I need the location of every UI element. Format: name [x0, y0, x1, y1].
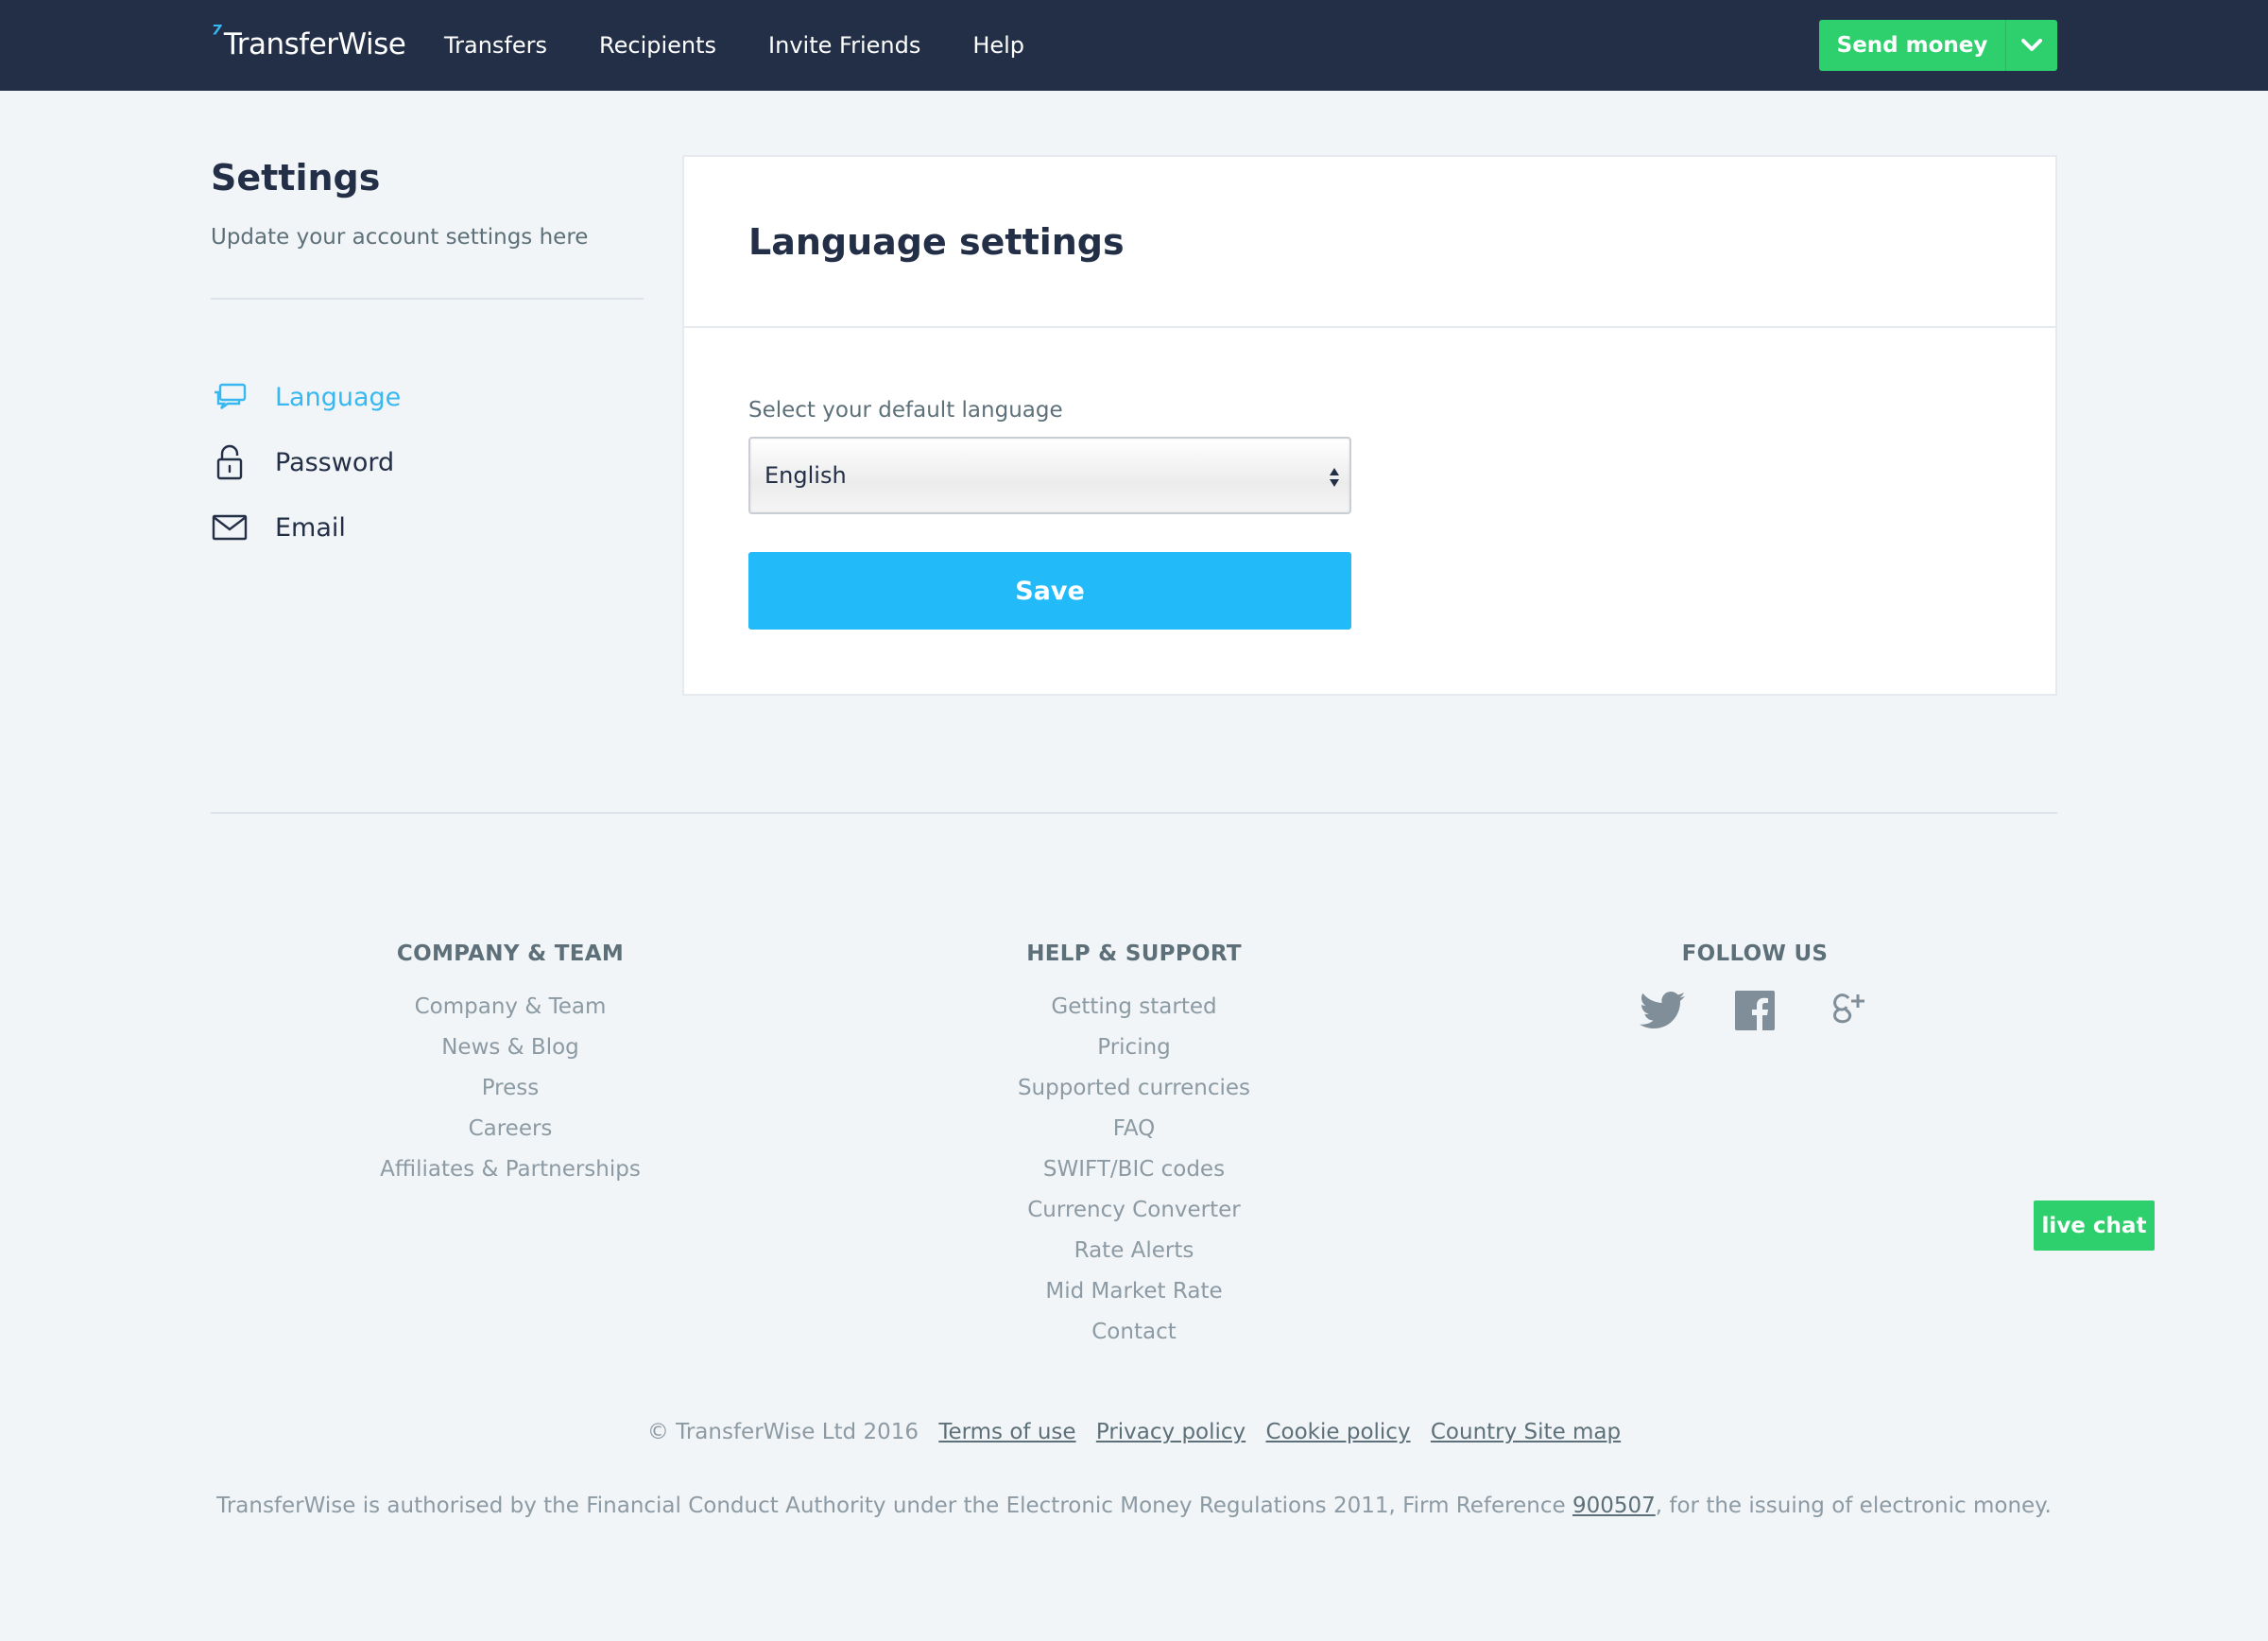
footer-follow-column: FOLLOW US [1566, 941, 1944, 1034]
nav-recipients[interactable]: Recipients [599, 26, 716, 64]
footer-link[interactable]: SWIFT/BIC codes [945, 1149, 1323, 1190]
footer-link[interactable]: News & Blog [321, 1028, 699, 1068]
firm-reference-link[interactable]: 900507 [1572, 1494, 1656, 1518]
fca-authorisation-text: TransferWise is authorised by the Financ… [0, 1494, 2268, 1518]
logo-text: TransferWise [223, 27, 406, 61]
twitter-icon[interactable] [1639, 987, 1686, 1034]
auth-text-pre: TransferWise is authorised by the Financ… [216, 1494, 1572, 1518]
footer-divider [211, 812, 2057, 814]
language-select-value: English [765, 462, 847, 489]
sidebar-divider [211, 298, 644, 300]
settings-title: Settings [211, 157, 381, 199]
auth-text-post: , for the issuing of electronic money. [1655, 1494, 2052, 1518]
settings-subtitle: Update your account settings here [211, 225, 589, 250]
sidebar-item-language[interactable]: Language [211, 371, 401, 423]
language-settings-card: Language settings Select your default la… [682, 155, 2057, 696]
nav-help[interactable]: Help [972, 26, 1024, 64]
chat-bubbles-icon [211, 378, 249, 416]
footer-link[interactable]: Company & Team [321, 987, 699, 1028]
envelope-icon [211, 509, 249, 546]
cookie-link[interactable]: Cookie policy [1265, 1420, 1410, 1444]
send-money-button[interactable]: Send money [1819, 20, 2057, 71]
footer-link[interactable]: Contact [945, 1312, 1323, 1353]
copyright-text: © TransferWise Ltd 2016 [646, 1420, 919, 1444]
card-title: Language settings [748, 221, 1125, 263]
footer-link[interactable]: Careers [321, 1109, 699, 1149]
footer-copyright-line: © TransferWise Ltd 2016 Terms of use Pri… [0, 1420, 2268, 1444]
language-field-label: Select your default language [748, 398, 1063, 423]
footer-heading-follow: FOLLOW US [1681, 941, 1829, 966]
top-nav-bar: ⁷ TransferWise Transfers Recipients Invi… [0, 0, 2268, 91]
facebook-icon[interactable] [1731, 987, 1778, 1034]
nav-invite-friends[interactable]: Invite Friends [768, 26, 920, 64]
footer-link[interactable]: Getting started [945, 987, 1323, 1028]
send-money-label[interactable]: Send money [1819, 20, 2006, 71]
select-arrows-icon [1329, 467, 1340, 493]
social-links [1566, 987, 1944, 1034]
sidebar-item-label: Email [275, 512, 346, 543]
sidebar-item-label: Language [275, 382, 402, 412]
footer-link[interactable]: Supported currencies [945, 1068, 1323, 1109]
footer-help-column: HELP & SUPPORT Getting started Pricing S… [945, 941, 1323, 1353]
footer-link[interactable]: FAQ [945, 1109, 1323, 1149]
save-button[interactable]: Save [748, 552, 1351, 630]
footer-link[interactable]: Affiliates & Partnerships [321, 1149, 699, 1190]
main-nav: Transfers Recipients Invite Friends Help [444, 26, 1024, 64]
footer-link[interactable]: Rate Alerts [945, 1231, 1323, 1271]
footer-link[interactable]: Currency Converter [945, 1190, 1323, 1231]
footer-link[interactable]: Press [321, 1068, 699, 1109]
sidebar-item-password[interactable]: Password [211, 437, 401, 488]
footer-link[interactable]: Mid Market Rate [945, 1271, 1323, 1312]
lock-icon [211, 443, 249, 481]
footer-link[interactable]: Pricing [945, 1028, 1323, 1068]
settings-menu: Language Password Email [211, 371, 401, 567]
chevron-down-icon[interactable] [2006, 20, 2057, 71]
google-plus-icon[interactable] [1824, 987, 1871, 1034]
footer-heading-company: COMPANY & TEAM [396, 941, 625, 966]
sidebar-item-email[interactable]: Email [211, 502, 401, 553]
privacy-link[interactable]: Privacy policy [1096, 1420, 1246, 1444]
live-chat-button[interactable]: live chat [2034, 1201, 2155, 1251]
nav-transfers[interactable]: Transfers [444, 26, 547, 64]
sidebar-item-label: Password [275, 447, 395, 477]
site-map-link[interactable]: Country Site map [1431, 1420, 1621, 1444]
card-header: Language settings [684, 157, 2055, 328]
footer-company-column: COMPANY & TEAM Company & Team News & Blo… [321, 941, 699, 1190]
transferwise-logo[interactable]: ⁷ TransferWise [212, 21, 406, 68]
footer-heading-help: HELP & SUPPORT [1026, 941, 1242, 966]
logo-mark-icon: ⁷ [212, 21, 222, 49]
terms-link[interactable]: Terms of use [938, 1420, 1075, 1444]
language-select[interactable]: English [748, 437, 1351, 514]
